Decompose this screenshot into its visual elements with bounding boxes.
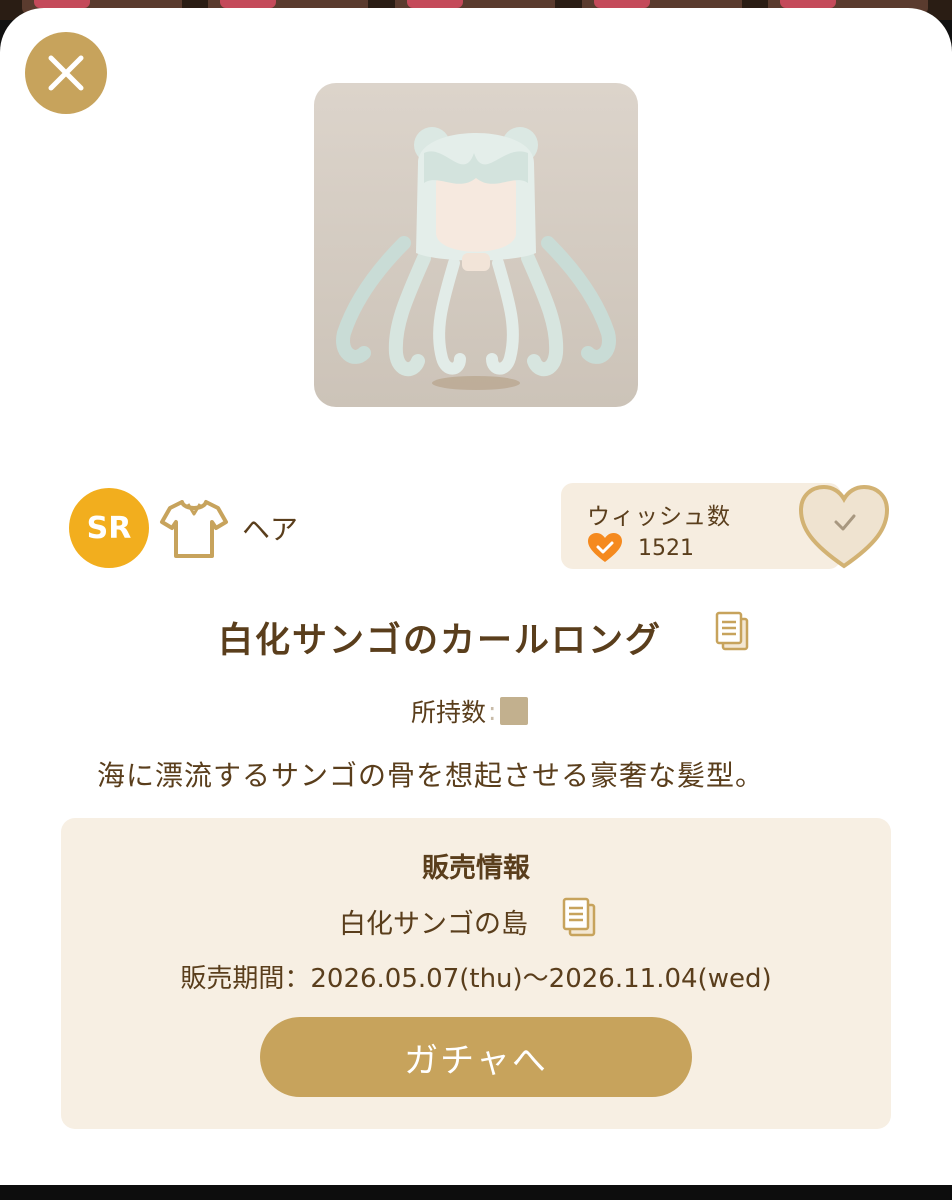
- wish-count-value: 1521: [638, 536, 694, 561]
- owned-count-label: 所持数: [411, 698, 487, 727]
- rarity-badge: SR: [69, 488, 149, 568]
- sale-info-title: 販売情報: [422, 853, 530, 884]
- wish-button[interactable]: [798, 484, 890, 572]
- item-preview-image: [314, 83, 638, 407]
- sale-period: 販売期間：2026.05.07(thu)〜2026.11.04(wed): [180, 964, 772, 994]
- sale-location[interactable]: 白化サンゴの島: [339, 902, 528, 941]
- owned-count: 所持数 :: [411, 694, 529, 728]
- document-icon[interactable]: [714, 610, 750, 652]
- wish-count-title: ウィッシュ数: [587, 504, 731, 530]
- item-detail-modal: SR ヘア ウィッシュ数 1521 白化サンゴのカールロング 所持数 : 海に漂…: [0, 8, 952, 1185]
- close-button[interactable]: [25, 32, 107, 114]
- heart-icon: [588, 533, 622, 562]
- go-to-gacha-button[interactable]: ガチャへ: [260, 1017, 692, 1097]
- sale-info-panel: 販売情報 白化サンゴの島 販売期間：2026.05.07(thu)〜2026.1…: [61, 818, 891, 1129]
- category-label: ヘア: [242, 513, 299, 546]
- system-navigation-bar: [0, 1185, 952, 1200]
- owned-count-separator: :: [488, 696, 497, 726]
- item-description: 海に漂流するサンゴの骨を想起させる豪奢な髪型。: [97, 759, 765, 792]
- owned-count-value: [500, 697, 529, 725]
- shirt-icon: [160, 500, 228, 558]
- heart-check-icon: [798, 484, 890, 569]
- document-icon[interactable]: [561, 896, 597, 938]
- close-icon: [48, 55, 84, 91]
